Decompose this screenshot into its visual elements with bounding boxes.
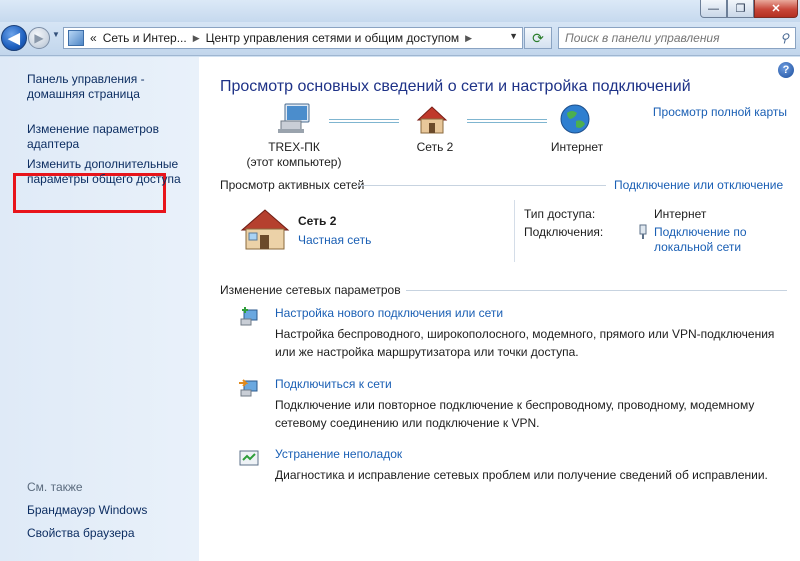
access-type-label: Тип доступа:	[524, 207, 596, 221]
task-connect-network-link[interactable]: Подключиться к сети	[275, 377, 392, 391]
address-dropdown-icon[interactable]: ▼	[509, 31, 518, 41]
address-bar[interactable]: « Сеть и Интер... ▶ Центр управления сет…	[63, 27, 523, 49]
navigation-bar: ◀ ▶ ▼ « Сеть и Интер... ▶ Центр управлен…	[0, 22, 800, 56]
local-connection-link[interactable]: Подключение по локальной сети	[654, 225, 764, 255]
ethernet-icon	[639, 224, 647, 239]
title-bar: — ❐ ✕	[0, 0, 800, 22]
task-setup-connection-desc: Настройка беспроводного, широкополосного…	[275, 327, 775, 359]
help-icon: ?	[782, 64, 790, 76]
divider	[406, 290, 787, 291]
internet-globe-icon	[560, 104, 590, 134]
map-node-computer-label: TREX-ПК	[268, 140, 320, 154]
divider	[356, 185, 606, 186]
view-full-map-link[interactable]: Просмотр полной карты	[653, 105, 787, 119]
back-button[interactable]: ◀	[1, 25, 27, 51]
close-icon: ✕	[771, 3, 781, 15]
map-node-internet-label: Интернет	[550, 140, 604, 154]
active-networks-heading: Просмотр активных сетей	[220, 178, 365, 192]
search-icon[interactable]: ⚲	[780, 31, 789, 45]
refresh-icon: ⟳	[532, 29, 544, 46]
connect-network-icon	[239, 379, 258, 397]
map-connector	[329, 119, 399, 123]
refresh-button[interactable]: ⟳	[524, 27, 552, 49]
see-also-heading: См. также	[27, 480, 83, 494]
forward-button[interactable]: ▶	[28, 27, 50, 49]
sidebar-item-adapter-settings[interactable]: Изменение параметров адаптера	[27, 122, 167, 152]
recent-pages-dropdown[interactable]: ▼	[52, 30, 62, 44]
troubleshoot-icon	[239, 450, 259, 466]
control-panel-icon	[68, 30, 84, 46]
breadcrumb-overflow[interactable]: «	[90, 31, 97, 45]
task-troubleshoot-desc: Диагностика и исправление сетевых пробле…	[275, 468, 768, 482]
search-input[interactable]	[565, 31, 765, 45]
home-network-icon	[416, 106, 448, 134]
map-node-network-label: Сеть 2	[416, 140, 454, 154]
back-arrow-icon: ◀	[8, 30, 20, 47]
sidebar-item-windows-firewall[interactable]: Брандмауэр Windows	[27, 503, 147, 518]
breadcrumb-separator-icon[interactable]: ▶	[465, 33, 472, 44]
task-setup-connection-link[interactable]: Настройка нового подключения или сети	[275, 306, 503, 320]
connect-disconnect-link[interactable]: Подключение или отключение	[614, 178, 783, 192]
window-controls: — ❐ ✕	[700, 0, 798, 18]
search-box[interactable]: ⚲	[558, 27, 796, 49]
page-title: Просмотр основных сведений о сети и наст…	[220, 78, 691, 95]
computer-icon	[278, 103, 310, 133]
breadcrumb-separator-icon[interactable]: ▶	[193, 33, 200, 44]
vertical-divider	[514, 200, 515, 262]
minimize-icon: —	[708, 2, 719, 15]
sidebar-item-control-panel-home[interactable]: Панель управления - домашняя страница	[27, 72, 187, 102]
breadcrumb-network-center[interactable]: Центр управления сетями и общим доступом	[206, 31, 460, 45]
task-troubleshoot-link[interactable]: Устранение неполадок	[275, 447, 402, 461]
change-settings-heading: Изменение сетевых параметров	[220, 283, 401, 297]
home-network-large-icon	[240, 209, 290, 250]
main-content: ? Просмотр основных сведений о сети и на…	[199, 57, 800, 561]
new-connection-icon	[240, 307, 258, 326]
task-connect-network-desc: Подключение или повторное подключение к …	[275, 398, 755, 430]
minimize-button[interactable]: —	[700, 0, 727, 18]
connections-label: Подключения:	[524, 225, 604, 239]
breadcrumb-network-internet[interactable]: Сеть и Интер...	[103, 31, 187, 45]
sidebar-item-advanced-sharing[interactable]: Изменить дополнительные параметры общего…	[27, 157, 187, 187]
map-connector	[467, 119, 547, 123]
network-type-link[interactable]: Частная сеть	[298, 233, 371, 247]
forward-arrow-icon: ▶	[34, 31, 44, 45]
network-name: Сеть 2	[298, 214, 337, 228]
sidebar: Панель управления - домашняя страница Из…	[0, 57, 199, 561]
maximize-button[interactable]: ❐	[727, 0, 754, 18]
close-button[interactable]: ✕	[754, 0, 798, 18]
help-button[interactable]: ?	[778, 62, 794, 78]
map-node-computer-sublabel: (этот компьютер)	[246, 155, 342, 169]
sidebar-item-internet-options[interactable]: Свойства браузера	[27, 526, 135, 541]
maximize-icon: ❐	[735, 3, 746, 15]
access-type-value: Интернет	[654, 207, 707, 221]
